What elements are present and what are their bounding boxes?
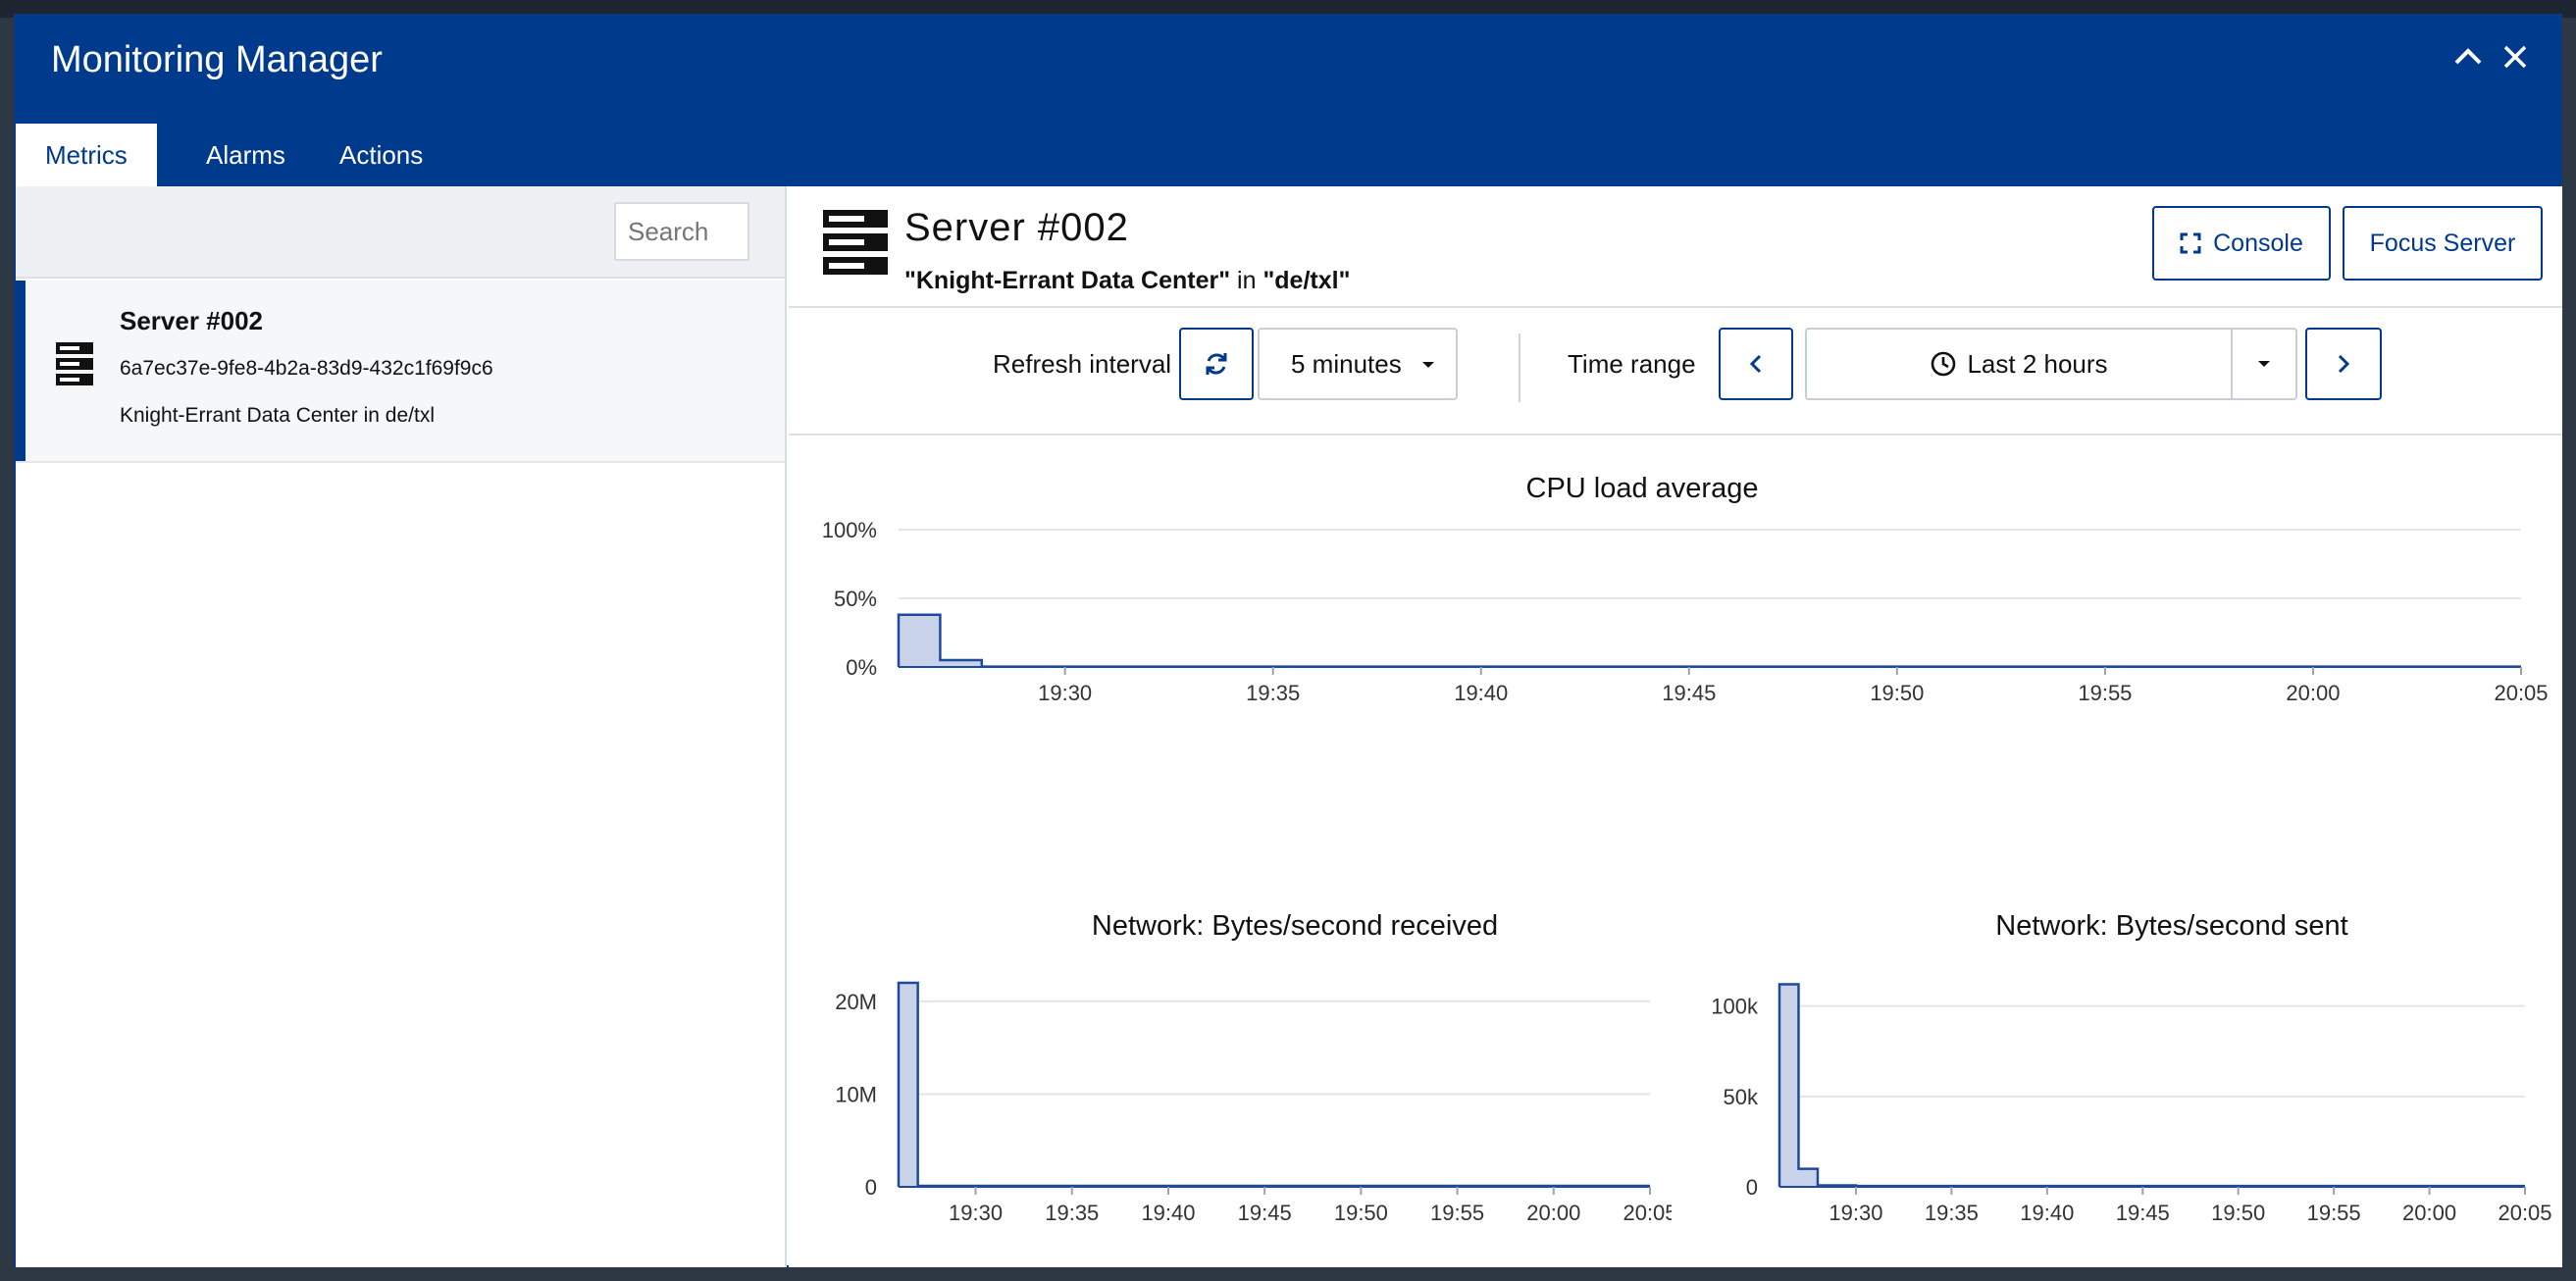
datacenter-name: "Knight-Errant Data Center" [904, 267, 1231, 294]
selection-indicator [16, 281, 26, 461]
cpu-load-chart: 0% 50% 100% 19:30 19:35 19:40 19:45 19:50 19:55 2… [822, 518, 2549, 700]
server-subtitle: "Knight-Errant Data Center" in "de/txl" [904, 267, 1350, 295]
cpu-chart-title: CPU load average [1525, 473, 1759, 504]
x-tick-label: 19:40 [1454, 681, 1508, 700]
x-tick-label: 20:00 [1526, 1201, 1580, 1225]
tab-bar: Metrics Alarms Actions [16, 108, 2560, 186]
x-tick-label: 20:05 [2498, 1201, 2551, 1225]
clock-icon [1932, 351, 1956, 377]
y-tick-label: 100% [822, 518, 877, 542]
x-tick-label: 19:35 [1246, 681, 1300, 700]
tab-alarms[interactable]: Alarms [177, 124, 315, 186]
x-tick-label: 19:55 [1430, 1201, 1484, 1225]
x-tick-label: 19:30 [1038, 681, 1092, 700]
y-tick-label: 50k [1724, 1085, 1759, 1109]
refresh-interval-value: 5 minutes [1291, 348, 1402, 379]
chevron-left-icon [1749, 354, 1762, 374]
x-tick-label: 19:45 [1238, 1201, 1292, 1225]
series-line [897, 981, 1650, 1188]
focus-server-button[interactable]: Focus Server [2343, 206, 2543, 281]
server-location: Knight-Errant Data Center in de/txl [120, 404, 435, 427]
x-tick-label: 19:55 [2307, 1201, 2361, 1225]
x-tick-label: 19:55 [2078, 681, 2132, 700]
server-icon [823, 210, 888, 275]
tab-actions[interactable]: Actions [310, 124, 452, 186]
x-tick-label: 19:35 [1925, 1201, 1979, 1225]
x-tick-label: 19:45 [1662, 681, 1716, 700]
x-tick-label: 19:30 [949, 1201, 1003, 1225]
server-uuid: 6a7ec37e-9fe8-4b2a-83d9-432c1f69f9c6 [120, 357, 493, 380]
x-tick-label: 20:00 [2402, 1201, 2456, 1225]
x-tick-label: 20:05 [2494, 681, 2548, 700]
x-tick-label: 19:30 [1829, 1201, 1882, 1225]
close-icon[interactable] [2496, 37, 2535, 77]
subtitle-connector: in [1230, 267, 1263, 294]
series-area [899, 983, 1650, 1187]
window-title: Monitoring Manager [51, 39, 383, 80]
time-range-value: Last 2 hours [1967, 348, 2108, 379]
x-tick-label: 20:00 [2286, 681, 2340, 700]
collapse-icon[interactable] [2448, 37, 2488, 77]
datacenter-location: "de/txl" [1262, 267, 1351, 294]
server-header: Server #002 "Knight-Errant Data Center" … [789, 186, 2562, 308]
caret-down-icon [2258, 361, 2270, 367]
caret-down-icon [1422, 362, 1434, 368]
refresh-interval-label: Refresh interval [993, 349, 1172, 379]
window-titlebar: Monitoring Manager [16, 16, 2560, 108]
console-button-label: Console [2213, 229, 2303, 257]
server-title: Server #002 [904, 206, 1129, 249]
series-area [1779, 984, 2525, 1187]
x-tick-label: 19:50 [2211, 1201, 2265, 1225]
network-sent-chart: 0 50k 100k 19:30 19:35 19:40 19:45 19:50 19:55 20… [1711, 983, 2552, 1225]
y-tick-label: 10M [835, 1082, 877, 1106]
refresh-interval-select[interactable]: 5 minutes [1258, 328, 1458, 400]
x-tick-label: 19:50 [1334, 1201, 1388, 1225]
y-tick-label: 0% [846, 655, 877, 680]
sidebar-toolbar [16, 186, 785, 279]
server-icon [56, 342, 93, 385]
console-button[interactable]: Console [2152, 206, 2331, 281]
refresh-icon [1206, 353, 1227, 375]
time-range-label: Time range [1568, 349, 1696, 379]
net-received-chart-title: Network: Bytes/second received [1091, 910, 1499, 942]
controls-divider [1519, 333, 1520, 402]
x-tick-label: 19:50 [1870, 681, 1924, 700]
y-tick-label: 100k [1711, 995, 1759, 1019]
x-tick-label: 19:45 [2116, 1201, 2170, 1225]
expand-icon [2180, 232, 2201, 254]
focus-server-button-label: Focus Server [2369, 229, 2516, 257]
chevron-right-icon [2338, 354, 2350, 374]
time-range-next-button[interactable] [2305, 328, 2382, 400]
refresh-button[interactable] [1179, 328, 1254, 400]
time-range-select[interactable]: Last 2 hours [1805, 328, 2231, 400]
y-tick-label: 0 [1746, 1175, 1758, 1200]
server-list-item[interactable]: Server #002 6a7ec37e-9fe8-4b2a-83d9-432c… [16, 281, 785, 463]
monitoring-manager-window: Monitoring Manager Metrics Alarms Action… [14, 14, 2562, 1267]
series-line [1777, 983, 2525, 1188]
chart-controls: Refresh interval 5 minutes Time range La… [789, 310, 2562, 436]
y-tick-label: 20M [835, 990, 877, 1014]
series-line [897, 613, 2521, 668]
server-name: Server #002 [120, 306, 264, 335]
time-range-prev-button[interactable] [1719, 328, 1793, 400]
network-received-chart: 0 10M 20M 19:30 19:35 19:40 19:45 19:50 19:55 20:… [835, 981, 1672, 1225]
y-tick-label: 0 [865, 1175, 877, 1200]
tab-metrics[interactable]: Metrics [16, 124, 157, 186]
x-tick-label: 19:40 [2020, 1201, 2074, 1225]
series-area [899, 614, 2521, 667]
x-tick-label: 19:40 [1141, 1201, 1195, 1225]
search-input[interactable] [614, 202, 749, 261]
y-tick-label: 50% [834, 587, 877, 611]
server-list-sidebar: Server #002 6a7ec37e-9fe8-4b2a-83d9-432c… [16, 186, 787, 1267]
metrics-panel: Server #002 "Knight-Errant Data Center" … [789, 186, 2562, 1267]
time-range-dropdown-button[interactable] [2231, 328, 2297, 400]
x-tick-label: 19:35 [1045, 1201, 1099, 1225]
net-sent-chart-title: Network: Bytes/second sent [1995, 910, 2348, 942]
